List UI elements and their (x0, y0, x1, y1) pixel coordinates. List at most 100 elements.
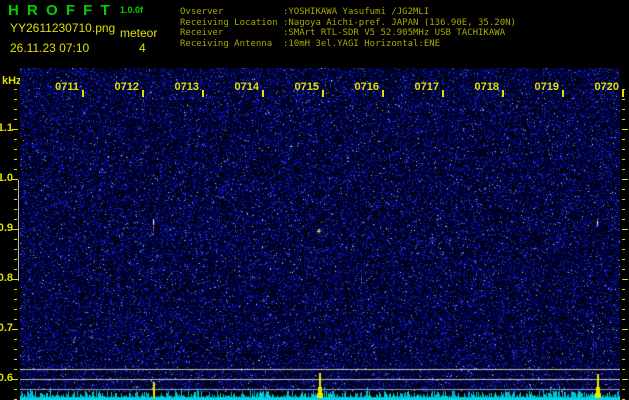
time-tick-label: 0720 (594, 81, 619, 93)
station-info: Ovserver :YOSHIKAWA Yasufumi /JG2MLI Rec… (180, 7, 516, 49)
time-tick (622, 90, 624, 97)
time-tick (382, 90, 384, 97)
time-tick (502, 90, 504, 97)
freq-minor-tick-right (622, 139, 625, 140)
app-version: 1.0.0f (120, 5, 144, 15)
location-line: Receiving Location :Nagoya Aichi-pref. J… (180, 17, 516, 28)
freq-minor-tick-right (622, 349, 625, 350)
freq-tick-label: 0.8 (0, 272, 13, 284)
freq-minor-tick-left (14, 249, 17, 250)
freq-tick-label: 0.6 (0, 372, 13, 384)
freq-minor-tick-right (622, 89, 625, 90)
freq-major-tick-right (622, 129, 628, 130)
freq-minor-tick-right (622, 219, 625, 220)
time-tick (82, 90, 84, 97)
freq-minor-tick-left (14, 149, 17, 150)
hrofft-screen: H R O F F T 1.0.0f YY2611230710.png mete… (0, 0, 629, 400)
time-tick (262, 90, 264, 97)
freq-minor-tick-left (14, 169, 17, 170)
freq-major-tick-left (12, 379, 18, 380)
freq-minor-tick-right (622, 119, 625, 120)
freq-minor-tick-right (622, 389, 625, 390)
freq-minor-tick-right (622, 159, 625, 160)
freq-major-tick-right (622, 279, 628, 280)
freq-minor-tick-right (622, 289, 625, 290)
freq-minor-tick-left (14, 239, 17, 240)
freq-major-tick-left (12, 329, 18, 330)
receiver-line: Receiver :SMArt RTL-SDR V5 52.905MHz USB… (180, 28, 506, 38)
freq-minor-tick-left (14, 259, 17, 260)
freq-major-tick-right (622, 229, 628, 230)
time-tick-label: 0716 (354, 81, 379, 93)
freq-minor-tick-left (14, 89, 17, 90)
y-axis-unit: kHz (2, 75, 22, 87)
freq-tick-label: 0.9 (0, 222, 13, 234)
freq-major-tick-left (12, 129, 18, 130)
freq-major-tick-left (12, 229, 18, 230)
freq-minor-tick-right (622, 199, 625, 200)
freq-minor-tick-right (622, 369, 625, 370)
freq-minor-tick-left (14, 319, 17, 320)
time-tick (322, 90, 324, 97)
freq-minor-tick-right (622, 149, 625, 150)
time-tick-label: 0719 (534, 81, 559, 93)
time-tick-label: 0712 (114, 81, 139, 93)
freq-minor-tick-right (622, 359, 625, 360)
time-tick (442, 90, 444, 97)
freq-minor-tick-left (14, 109, 17, 110)
freq-tick-label: 1.1 (0, 122, 13, 134)
freq-minor-tick-left (14, 269, 17, 270)
freq-major-tick-right (622, 179, 628, 180)
time-tick (142, 90, 144, 97)
output-filename: YY2611230710.png (10, 21, 116, 35)
freq-minor-tick-left (14, 209, 17, 210)
freq-minor-tick-right (622, 319, 625, 320)
freq-minor-tick-right (622, 189, 625, 190)
freq-minor-tick-right (622, 209, 625, 210)
meteor-count: 4 (139, 41, 146, 55)
time-tick-label: 0715 (294, 81, 319, 93)
freq-minor-tick-left (14, 309, 17, 310)
time-tick (202, 90, 204, 97)
freq-minor-tick-left (14, 339, 17, 340)
freq-minor-tick-left (14, 199, 17, 200)
freq-minor-tick-right (622, 169, 625, 170)
freq-minor-tick-left (14, 189, 17, 190)
freq-minor-tick-left (14, 369, 17, 370)
time-tick-label: 0717 (414, 81, 439, 93)
freq-minor-tick-left (14, 119, 17, 120)
mode-label: meteor (120, 26, 158, 40)
freq-major-tick-left (12, 179, 18, 180)
freq-minor-tick-right (622, 309, 625, 310)
freq-minor-tick-right (622, 249, 625, 250)
time-tick-label: 0718 (474, 81, 499, 93)
observer-line: Ovserver :YOSHIKAWA Yasufumi /JG2MLI (180, 7, 430, 17)
spectrogram-canvas (20, 68, 620, 400)
freq-major-tick-right (622, 379, 628, 380)
freq-minor-tick-left (14, 159, 17, 160)
freq-minor-tick-right (622, 259, 625, 260)
freq-minor-tick-right (622, 299, 625, 300)
app-title: H R O F F T (8, 2, 112, 19)
freq-minor-tick-left (14, 289, 17, 290)
freq-minor-tick-left (14, 139, 17, 140)
freq-minor-tick-right (622, 269, 625, 270)
freq-major-tick-right (622, 329, 628, 330)
time-tick (562, 90, 564, 97)
freq-minor-tick-left (14, 219, 17, 220)
freq-minor-tick-left (14, 99, 17, 100)
time-tick-label: 0711 (55, 81, 79, 93)
freq-minor-tick-right (622, 99, 625, 100)
time-tick-label: 0714 (234, 81, 259, 93)
freq-minor-tick-right (622, 239, 625, 240)
freq-tick-label: 0.7 (0, 322, 13, 334)
freq-minor-tick-right (622, 109, 625, 110)
freq-minor-tick-left (14, 299, 17, 300)
freq-tick-label: 1.0 (0, 172, 13, 184)
freq-minor-tick-left (14, 389, 17, 390)
antenna-line: Receiving Antenna :10mH 3el.YAGI Horizon… (180, 38, 441, 49)
freq-minor-tick-right (622, 339, 625, 340)
freq-minor-tick-left (14, 359, 17, 360)
freq-minor-tick-left (14, 349, 17, 350)
time-tick-label: 0713 (174, 81, 199, 93)
